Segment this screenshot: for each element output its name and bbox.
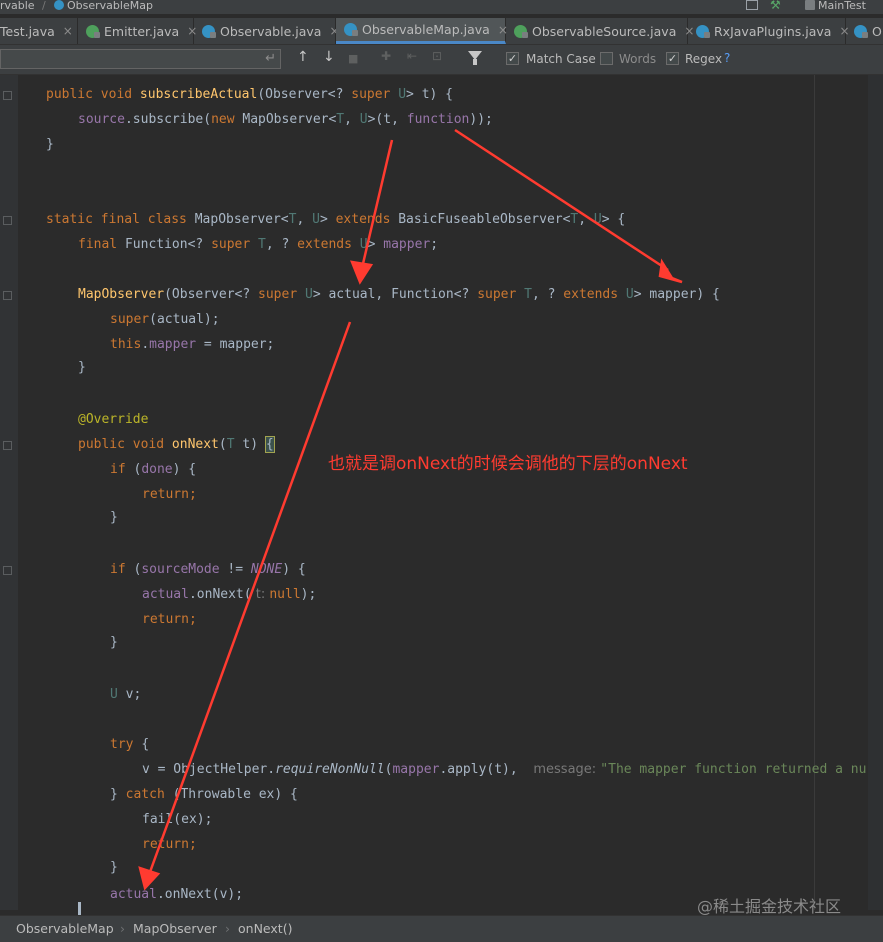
search-input[interactable]: ↵ (0, 49, 281, 69)
text-caret (78, 902, 81, 915)
tab-label: ObservableSource.java (532, 23, 677, 39)
breadcrumb-separator: › (120, 921, 125, 936)
code-line: source.subscribe(new MapObserver<T, U>(t… (78, 112, 493, 127)
code-line: } (46, 137, 54, 152)
build-icon[interactable]: ⚒ (770, 0, 781, 12)
java-class-icon (202, 24, 216, 38)
run-icon[interactable] (746, 0, 758, 10)
editor-tab-bar: Test.java × Emitter.java × Observable.ja… (0, 18, 883, 45)
code-line: fail(ex); (142, 812, 213, 827)
java-interface-icon (86, 24, 100, 38)
code-line: } (110, 510, 118, 525)
code-line: } catch (Throwable ex) { (110, 787, 298, 802)
code-line: if (sourceMode != NONE) { (110, 562, 306, 577)
structure-breadcrumb: ObservableMap › MapObserver › onNext() (0, 915, 883, 942)
words-checkbox[interactable] (600, 52, 613, 65)
tab-emitter[interactable]: Emitter.java × (78, 18, 197, 44)
tab-label: ObservableMap.java (362, 22, 490, 37)
nav-separator: / (42, 0, 46, 12)
tab-observable[interactable]: Observable.java × (194, 18, 340, 44)
close-icon[interactable]: × (63, 24, 73, 38)
code-line: return; (142, 487, 197, 502)
java-class-icon (696, 24, 710, 38)
code-line: if (done) { (110, 462, 197, 477)
find-all-icon[interactable]: ■ (348, 52, 358, 65)
code-editor[interactable]: public void subscribeActual(Observer<? s… (0, 75, 883, 915)
code-line: return; (142, 837, 197, 852)
matched-brace: { (264, 436, 275, 453)
tab-label: RxJavaPlugins.java (714, 23, 832, 39)
code-line: @Override (78, 412, 149, 427)
code-line: this.mapper = mapper; (110, 337, 275, 352)
code-line: return; (142, 612, 197, 627)
breadcrumb-class[interactable]: ObservableMap (16, 921, 114, 936)
filter-icon[interactable] (468, 51, 482, 65)
regex-label[interactable]: Regex (685, 52, 722, 66)
regex-help-link[interactable]: ? (724, 51, 730, 65)
nav-crumb-package[interactable]: rvable (0, 0, 35, 12)
code-line: actual.onNext(v); (110, 887, 244, 902)
code-line: public void subscribeActual(Observer<? s… (46, 87, 454, 102)
code-line: static final class MapObserver<T, U> ext… (46, 212, 626, 227)
nav-crumb-class[interactable]: ObservableMap (54, 0, 153, 12)
tab-rxjavaplugins[interactable]: RxJavaPlugins.java × (688, 18, 850, 44)
words-label[interactable]: Words (619, 52, 656, 66)
code-line: final Function<? super T, ? extends U> m… (78, 237, 439, 252)
find-bar: ↵ ↑ ↓ ■ ✚ ⇤ ⊡ ✓ Match Case Words ✓ Regex… (0, 45, 883, 75)
run-configuration[interactable]: MainTest (805, 0, 866, 12)
tab-observablesource[interactable]: ObservableSource.java × (506, 18, 694, 44)
previous-occurrence-button[interactable]: ↑ (297, 49, 309, 65)
java-class-icon (344, 23, 358, 36)
code-line: MapObserver(Observer<? super U> actual, … (78, 287, 720, 302)
add-occurrence-icon[interactable]: ✚ (381, 49, 391, 63)
enter-icon: ↵ (265, 51, 276, 66)
breadcrumb-method[interactable]: onNext() (238, 921, 292, 936)
match-case-checkbox[interactable]: ✓ (506, 52, 519, 65)
match-case-label[interactable]: Match Case (526, 52, 596, 66)
regex-checkbox[interactable]: ✓ (666, 52, 679, 65)
code-line: v = ObjectHelper.requireNonNull(mapper.a… (142, 762, 867, 777)
breadcrumb-separator: › (225, 921, 230, 936)
code-line: try { (110, 737, 150, 752)
java-interface-icon (514, 24, 528, 38)
tab-test[interactable]: Test.java × (0, 18, 78, 44)
code-line: actual.onNext( t: null); (142, 587, 317, 602)
code-line: public void onNext(T t) { (78, 436, 275, 453)
tab-observablemap[interactable]: ObservableMap.java × (336, 18, 508, 44)
tab-label: Test.java (0, 23, 55, 39)
tab-label: O (872, 23, 882, 39)
java-class-icon (54, 0, 64, 10)
tab-label: Observable.java (220, 23, 322, 39)
navigation-bar: rvable / ObservableMap ⚒ MainTest (0, 0, 883, 14)
annotation-note: 也就是调onNext的时候会调他的下层的onNext (328, 454, 688, 474)
code-line: U v; (110, 687, 142, 702)
code-line: } (78, 360, 86, 375)
java-class-icon (854, 24, 868, 38)
next-occurrence-button[interactable]: ↓ (323, 49, 335, 65)
tab-label: Emitter.java (104, 23, 180, 39)
code-line: } (110, 635, 118, 650)
code-line: super(actual); (110, 312, 220, 327)
config-icon (805, 0, 815, 10)
select-all-occurrences-icon[interactable]: ⊡ (432, 49, 442, 63)
breadcrumb-inner-class[interactable]: MapObserver (133, 921, 217, 936)
watermark: @稀土掘金技术社区 (697, 897, 842, 916)
remove-occurrence-icon[interactable]: ⇤ (407, 49, 417, 63)
code-line: } (110, 860, 118, 875)
tab-overflow[interactable]: O (846, 18, 883, 44)
